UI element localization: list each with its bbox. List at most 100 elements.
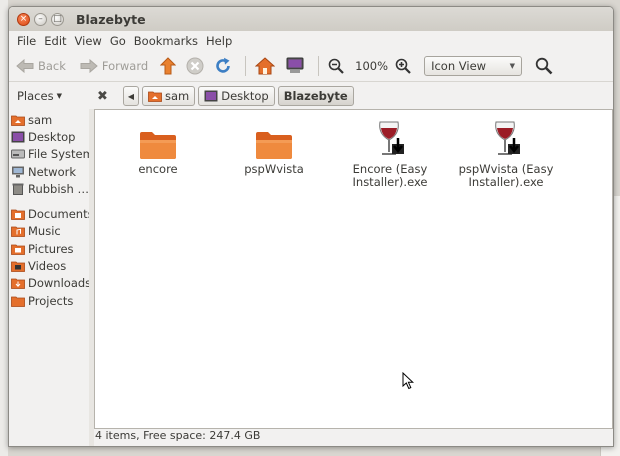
forward-button[interactable]: Forward (77, 54, 151, 78)
zoom-in-icon (395, 58, 411, 74)
file-item-label: pspWvista (244, 162, 304, 176)
sidebar-item-desktop[interactable]: Desktop (9, 128, 89, 145)
path-back-button[interactable]: ◀ (123, 86, 139, 106)
home-folder-icon (11, 115, 25, 126)
sidebar-item-documents[interactable]: Documents (9, 205, 89, 222)
mouse-cursor-icon (402, 372, 414, 390)
view-mode-value: Icon View (431, 59, 487, 73)
sidebar-item-file-system[interactable]: File System (9, 146, 89, 163)
file-item-pspwvista[interactable]: pspWvista (219, 120, 329, 176)
toolbar-separator (245, 56, 247, 76)
zoom-in-button[interactable] (392, 54, 418, 78)
file-item-label: pspWvista (Easy Installer).exe (458, 162, 554, 189)
sidebar-item-label: File System (28, 147, 89, 162)
close-sidebar-icon[interactable]: ✖ (97, 89, 111, 104)
sidebar-item-label: Network (28, 164, 77, 179)
desktop-icon (204, 90, 218, 102)
crumb-label: Blazebyte (283, 89, 348, 103)
chevron-down-icon: ▼ (56, 92, 62, 100)
arrow-right-icon (80, 59, 98, 73)
sidebar-item-label: Pictures (28, 241, 74, 256)
reload-button[interactable] (211, 54, 239, 78)
chevron-left-icon: ◀ (127, 91, 135, 101)
sidebar-item-rubbish[interactable]: Rubbish … (9, 180, 89, 197)
folder-icon (140, 132, 176, 159)
back-label: Back (38, 59, 66, 73)
crumb-blazebyte[interactable]: Blazebyte (277, 86, 354, 106)
toolbar: Back Forward 100% Icon View ▼ (9, 51, 613, 82)
wine-glass-icon (379, 121, 404, 155)
back-button[interactable]: Back (13, 54, 69, 78)
sidebar-item-videos[interactable]: Videos (9, 257, 89, 274)
home-folder-icon (148, 91, 162, 102)
menu-go[interactable]: Go (106, 34, 130, 48)
sidebar-item-label: Videos (28, 259, 67, 274)
crumb-label: sam (165, 89, 190, 103)
crumb-desktop[interactable]: Desktop (198, 86, 275, 106)
sidebar-item-label: Projects (28, 293, 74, 308)
stop-button[interactable] (183, 54, 211, 78)
crumb-sam[interactable]: sam (142, 86, 196, 106)
zoom-out-icon (328, 58, 344, 74)
content-area: sam Desktop File System Network Rubbish … (9, 109, 613, 446)
stop-icon (186, 57, 204, 75)
minimize-button[interactable]: – (34, 12, 47, 26)
file-item-encore-installer[interactable]: Encore (Easy Installer).exe (335, 114, 445, 189)
view-mode-select[interactable]: Icon View ▼ (424, 56, 523, 76)
menu-file[interactable]: File (13, 34, 40, 48)
file-item-label: Encore (Easy Installer).exe (352, 162, 428, 189)
window-title: Blazebyte (76, 11, 146, 27)
sidebar-item-label: Documents (28, 207, 89, 222)
network-icon (12, 166, 24, 178)
sidebar-item-projects[interactable]: Projects (9, 292, 89, 309)
file-manager-window: × – □ Blazebyte File Edit View Go Bookma… (8, 6, 614, 447)
sidebar-item-music[interactable]: Music (9, 223, 89, 240)
menu-bookmarks[interactable]: Bookmarks (130, 34, 202, 48)
file-view[interactable]: encore pspWvista Encore (Easy Installer)… (94, 109, 613, 429)
arrow-left-icon (16, 59, 34, 73)
zoom-level: 100% (355, 59, 389, 73)
status-bar: 4 items, Free space: 247.4 GB (95, 429, 261, 442)
folder-icon (256, 132, 292, 159)
file-item-encore[interactable]: encore (103, 120, 213, 176)
sidebar-item-label: Desktop (28, 129, 76, 144)
close-button[interactable]: × (17, 12, 30, 26)
menu-bar: File Edit View Go Bookmarks Help (9, 31, 613, 51)
computer-icon (286, 57, 304, 73)
toolbar-separator (318, 56, 320, 76)
menu-edit[interactable]: Edit (40, 34, 70, 48)
videos-folder-icon (11, 261, 25, 272)
maximize-button[interactable]: □ (51, 12, 64, 26)
computer-button[interactable] (282, 54, 312, 78)
sidebar-item-sam[interactable]: sam (9, 111, 89, 128)
menu-help[interactable]: Help (202, 34, 236, 48)
sidebar-item-label: Music (28, 224, 61, 239)
places-sidebar: sam Desktop File System Network Rubbish … (9, 109, 89, 446)
wine-glass-icon (495, 121, 520, 155)
sidebar-item-pictures[interactable]: Pictures (9, 240, 89, 257)
crumb-label: Desktop (221, 89, 269, 103)
up-button[interactable] (157, 54, 183, 78)
search-icon (535, 57, 553, 75)
home-button[interactable] (252, 54, 282, 78)
home-icon (255, 57, 276, 75)
menu-view[interactable]: View (71, 34, 106, 48)
reload-icon (216, 57, 230, 73)
sidebar-item-label: Rubbish … (28, 181, 89, 196)
location-bar: Places ▼ ✖ ◀ sam Desktop Blazebyte (9, 82, 613, 110)
title-bar[interactable]: × – □ Blazebyte (9, 7, 613, 31)
zoom-out-button[interactable] (325, 54, 351, 78)
places-dropdown[interactable]: Places ▼ (13, 89, 95, 103)
sidebar-item-label: sam (28, 112, 53, 127)
harddisk-icon (11, 149, 25, 159)
search-button[interactable] (532, 54, 560, 78)
chevron-down-icon: ▼ (509, 62, 516, 70)
trash-icon (12, 183, 24, 195)
forward-label: Forward (101, 59, 149, 73)
sidebar-item-downloads[interactable]: Downloads (9, 275, 89, 292)
file-item-pspwvista-installer[interactable]: pspWvista (Easy Installer).exe (451, 114, 561, 189)
music-folder-icon (11, 227, 25, 238)
folder-icon (11, 296, 25, 307)
sidebar-item-network[interactable]: Network (9, 163, 89, 180)
